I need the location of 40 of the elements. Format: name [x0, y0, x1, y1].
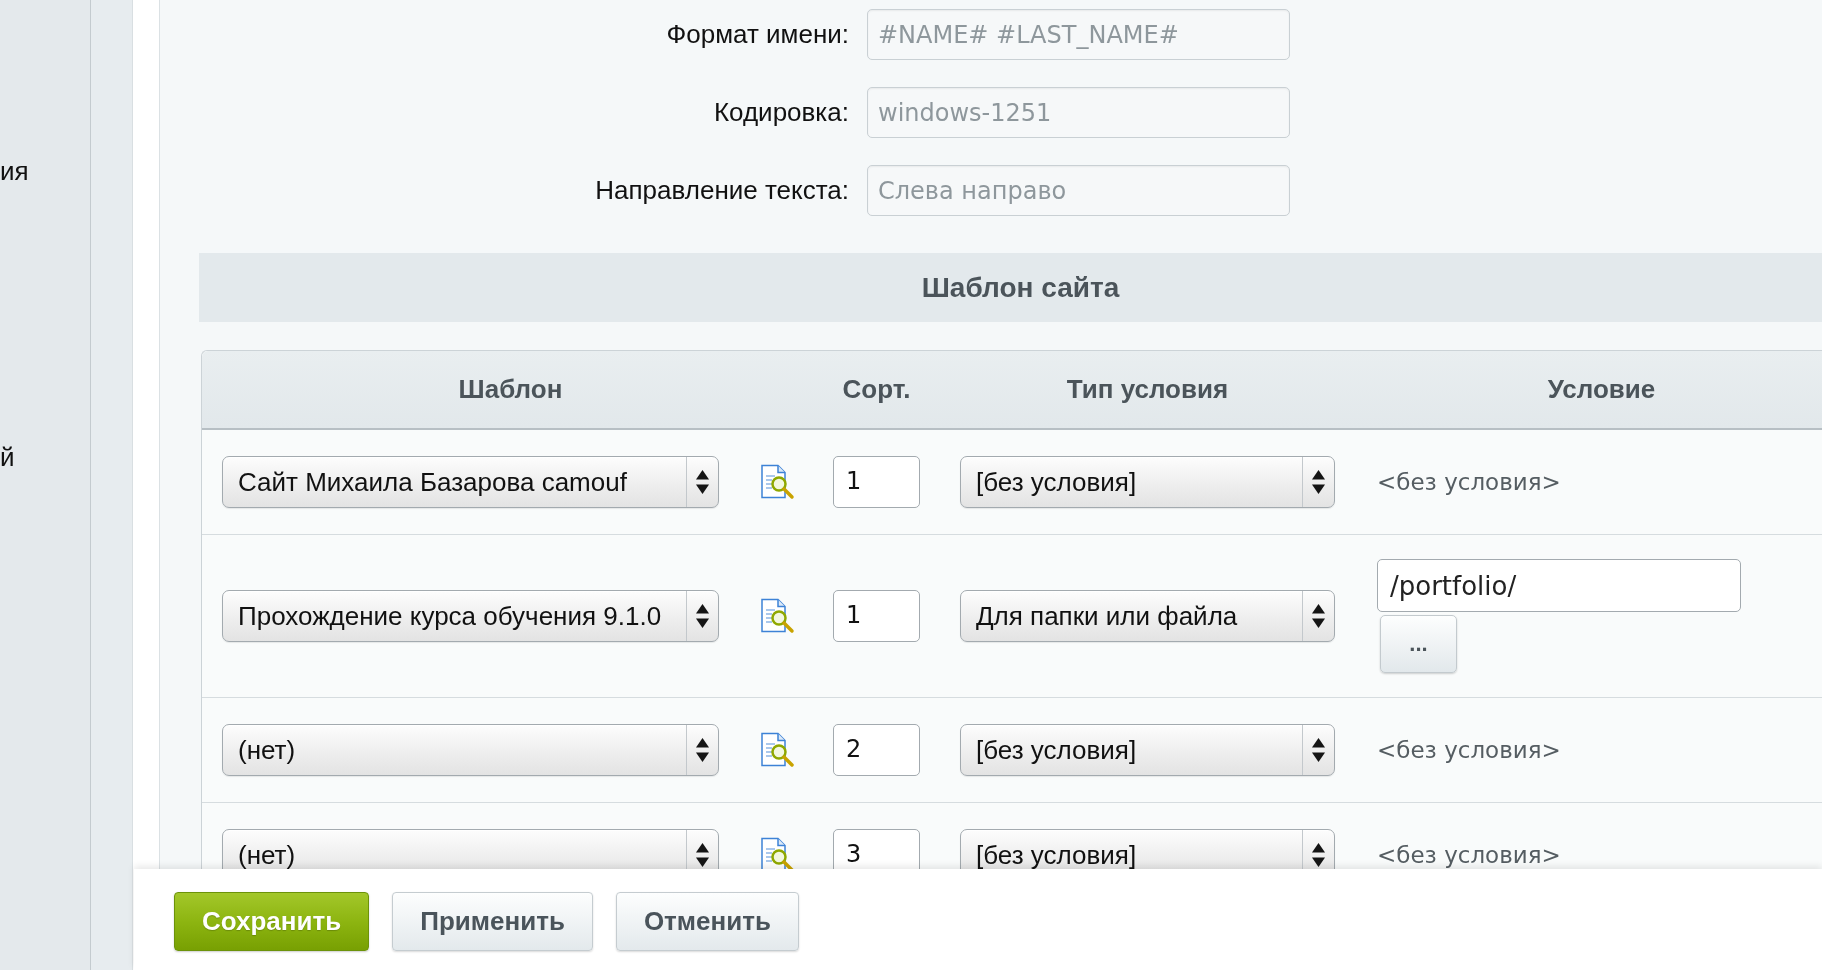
condition-type-select[interactable]: [без условия]	[960, 724, 1335, 776]
document-search-icon[interactable]	[759, 598, 795, 634]
field-label: Формат имени:	[666, 19, 849, 50]
form-button[interactable]: Отменить	[615, 892, 799, 951]
up-down-arrows-icon	[696, 603, 709, 629]
template-select[interactable]: Сайт Михаила Базарова camouf	[222, 456, 719, 508]
sort-field[interactable]: 2	[833, 724, 920, 776]
template-select[interactable]: (нет)	[222, 724, 719, 776]
up-down-arrows-icon	[696, 737, 709, 763]
document-search-icon[interactable]	[759, 464, 795, 500]
condition-text: <без условия>	[1377, 842, 1561, 868]
up-down-arrows-icon	[696, 469, 709, 495]
sidebar-item[interactable]: ия	[0, 156, 29, 186]
condition-text: <без условия>	[1377, 469, 1561, 495]
up-down-arrows-icon	[1312, 842, 1325, 868]
up-down-arrows-icon	[1312, 737, 1325, 763]
column-header: Шаблон	[458, 374, 563, 405]
section-title: Шаблон сайта	[921, 271, 1120, 304]
up-down-arrows-icon	[696, 842, 709, 868]
template-select[interactable]: (нет)	[222, 829, 719, 869]
field-label: Направление текста:	[595, 175, 849, 206]
browse-button[interactable]: ...	[1380, 615, 1457, 673]
condition-type-select[interactable]: Для папки или файла	[960, 590, 1335, 642]
column-header: Сорт.	[842, 374, 911, 405]
column-header: Условие	[1547, 374, 1656, 405]
condition-type-select[interactable]: [без условия]	[960, 456, 1335, 508]
column-header: Тип условия	[1066, 374, 1229, 405]
path-field[interactable]: /portfolio/	[1377, 559, 1741, 612]
document-search-icon[interactable]	[759, 732, 795, 768]
template-select[interactable]: Прохождение курса обучения 9.1.0	[222, 590, 719, 642]
condition-text: <без условия>	[1377, 737, 1561, 763]
up-down-arrows-icon	[1312, 469, 1325, 495]
sidebar-item[interactable]: й	[0, 442, 15, 472]
form-button[interactable]: Применить	[392, 892, 593, 951]
sort-field[interactable]: 1	[833, 456, 920, 508]
sort-field[interactable]: 3	[833, 829, 920, 869]
sort-field[interactable]: 1	[833, 590, 920, 642]
up-down-arrows-icon	[1312, 603, 1325, 629]
condition-type-select[interactable]: [без условия]	[960, 829, 1335, 869]
field-label: Кодировка:	[713, 97, 849, 128]
